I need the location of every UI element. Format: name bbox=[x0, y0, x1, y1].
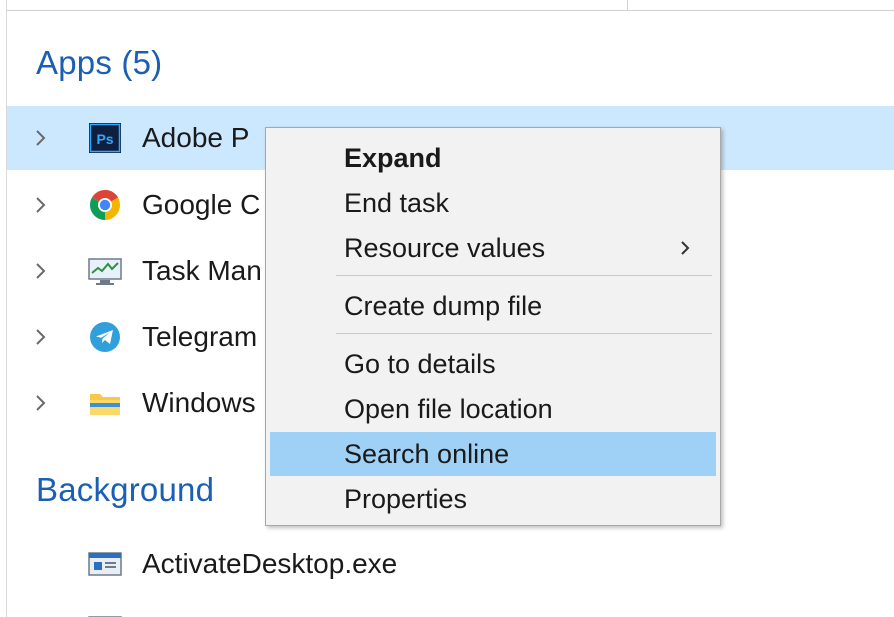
menu-item-label: Go to details bbox=[344, 348, 496, 379]
menu-item-expand[interactable]: Expand bbox=[270, 136, 716, 180]
menu-item-label: End task bbox=[344, 187, 450, 218]
menu-item-label: Properties bbox=[344, 483, 468, 514]
chevron-right-icon[interactable] bbox=[31, 388, 51, 418]
photoshop-icon: Ps bbox=[87, 120, 123, 156]
menu-item-create-dump-file[interactable]: Create dump file bbox=[270, 284, 716, 328]
menu-item-label: Create dump file bbox=[344, 290, 543, 321]
menu-item-open-file-location[interactable]: Open file location bbox=[270, 387, 716, 431]
process-name: Task Man bbox=[142, 255, 262, 286]
chevron-right-icon[interactable] bbox=[31, 123, 51, 153]
menu-item-resource-values[interactable]: Resource values bbox=[270, 226, 716, 270]
menu-separator bbox=[336, 275, 712, 276]
process-row-partial[interactable] bbox=[7, 598, 894, 617]
group-header-background-processes: Background bbox=[36, 471, 215, 508]
menu-item-go-to-details[interactable]: Go to details bbox=[270, 342, 716, 386]
menu-item-end-task[interactable]: End task bbox=[270, 181, 716, 225]
chevron-right-icon[interactable] bbox=[31, 190, 51, 220]
process-name: Adobe P bbox=[142, 122, 250, 153]
chevron-right-icon[interactable] bbox=[31, 322, 51, 352]
menu-item-label: Open file location bbox=[344, 393, 553, 424]
menu-item-label: Expand bbox=[344, 142, 442, 173]
app-window-icon bbox=[87, 546, 123, 582]
process-name: Windows bbox=[142, 387, 256, 418]
explorer-folder-icon bbox=[87, 385, 123, 421]
context-menu: Expand End task Resource values Create d… bbox=[265, 127, 721, 526]
menu-item-label: Search online bbox=[344, 438, 510, 469]
telegram-icon bbox=[87, 319, 123, 355]
process-name: Telegram bbox=[142, 321, 258, 352]
process-name: Google C bbox=[142, 189, 261, 220]
svg-text:Ps: Ps bbox=[96, 131, 113, 147]
column-header-strip bbox=[7, 0, 894, 11]
column-divider[interactable] bbox=[627, 0, 628, 10]
menu-separator bbox=[336, 333, 712, 334]
group-header-apps: Apps (5) bbox=[36, 44, 163, 81]
submenu-arrow-icon bbox=[678, 237, 692, 259]
process-row-activatedesktop[interactable]: ActivateDesktop.exe bbox=[7, 532, 894, 596]
chrome-icon bbox=[87, 187, 123, 223]
task-manager-icon bbox=[87, 253, 123, 289]
process-name: ActivateDesktop.exe bbox=[142, 548, 398, 579]
app-window-icon bbox=[87, 610, 123, 617]
menu-item-properties[interactable]: Properties bbox=[270, 477, 716, 521]
menu-item-search-online[interactable]: Search online bbox=[270, 432, 716, 476]
menu-item-label: Resource values bbox=[344, 232, 546, 263]
chevron-right-icon[interactable] bbox=[31, 256, 51, 286]
